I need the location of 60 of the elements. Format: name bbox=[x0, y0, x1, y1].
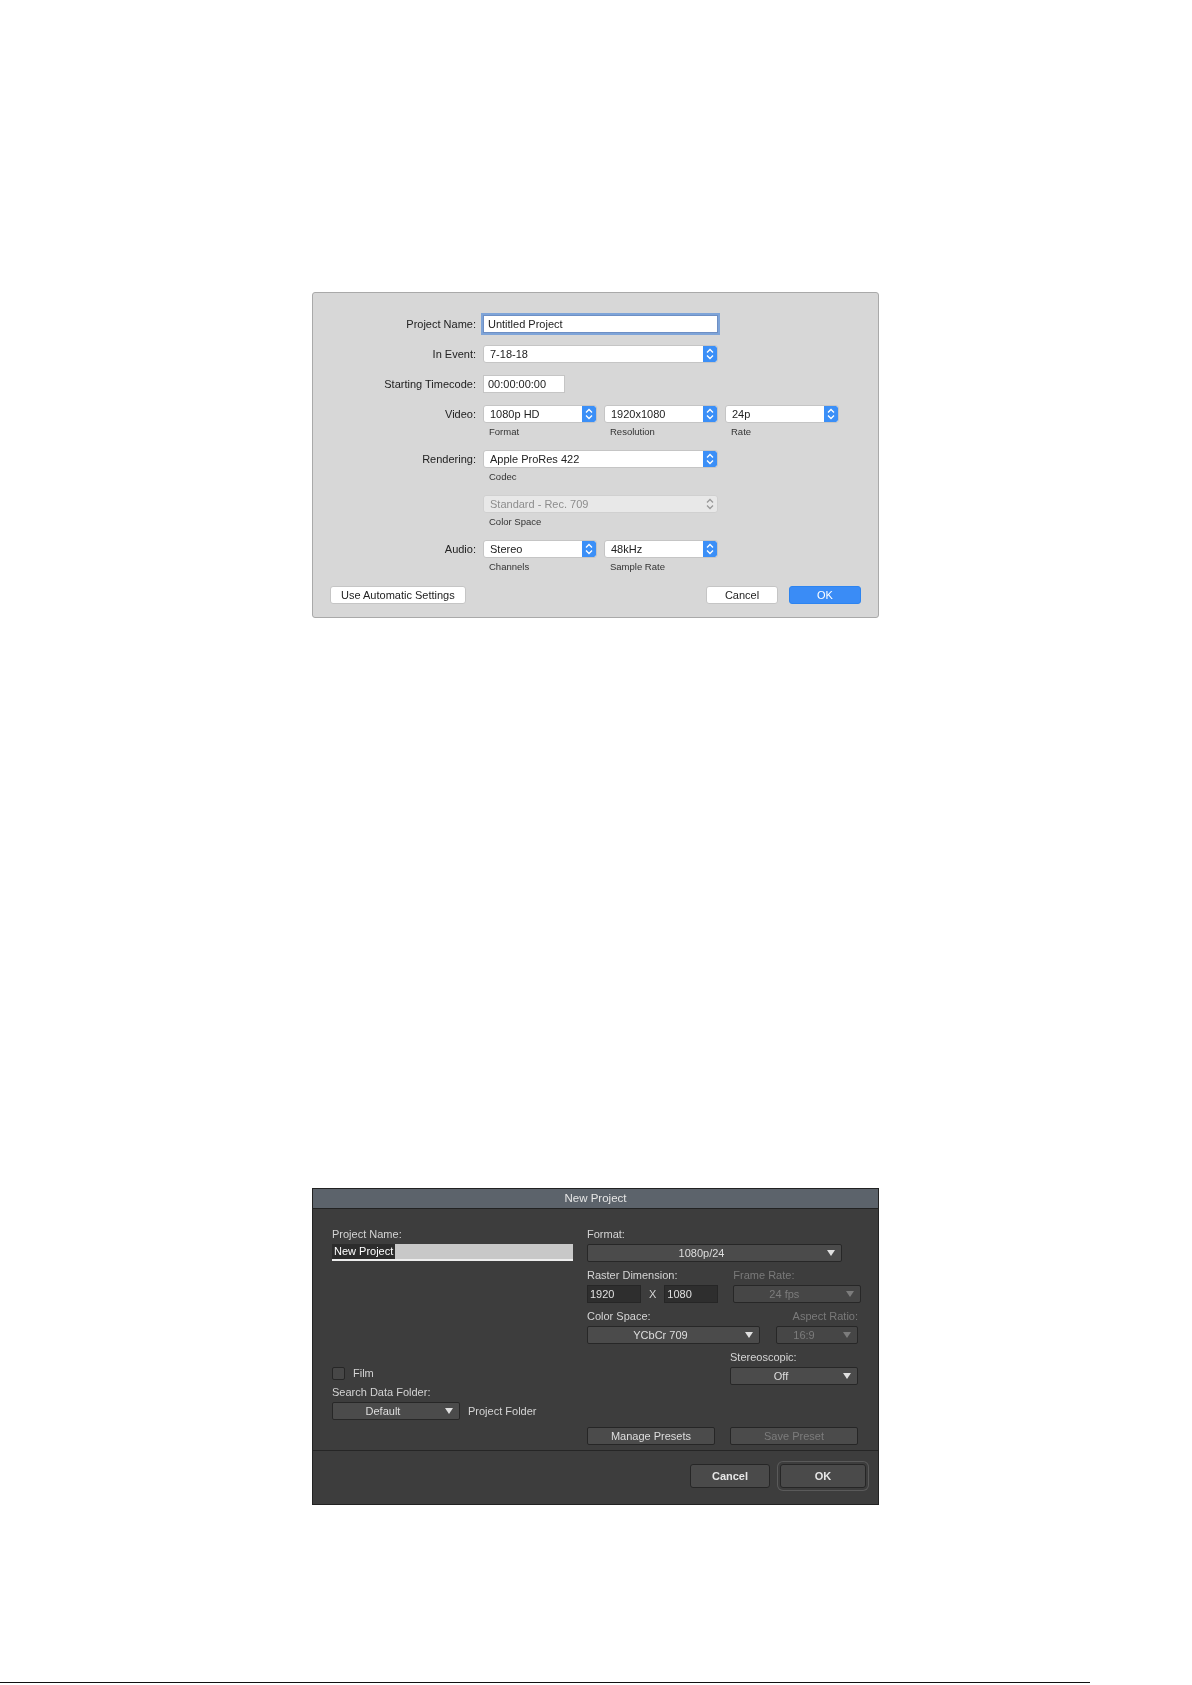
dropdown-arrow-icon bbox=[843, 1332, 851, 1338]
field-label: Frame Rate: bbox=[733, 1269, 796, 1282]
stepper-arrows-icon bbox=[703, 346, 717, 362]
dialog-button[interactable]: Cancel bbox=[706, 586, 778, 604]
dialog-button[interactable]: Use Automatic Settings bbox=[330, 586, 466, 604]
number-field[interactable]: 1080 bbox=[664, 1285, 719, 1303]
popup-menu[interactable]: 1920x1080 bbox=[604, 405, 718, 423]
field-label: Project Name: bbox=[405, 317, 477, 332]
stepper-arrows-icon bbox=[582, 406, 596, 422]
field-caption: Channels bbox=[488, 561, 531, 573]
field-label: Color Space: bbox=[587, 1310, 652, 1323]
popup-menu[interactable]: 1080p/24 bbox=[587, 1244, 842, 1262]
times-sign: X bbox=[649, 1287, 657, 1302]
popup-menu[interactable]: YCbCr 709 bbox=[587, 1326, 760, 1344]
popup-menu[interactable]: Stereo bbox=[483, 540, 597, 558]
folder-label: Project Folder bbox=[468, 1404, 537, 1418]
popup-menu[interactable]: Default bbox=[332, 1402, 460, 1420]
stepper-arrows-icon bbox=[703, 541, 717, 557]
popup-menu[interactable]: Apple ProRes 422 bbox=[483, 450, 718, 468]
field-label: Starting Timecode: bbox=[383, 377, 477, 392]
dropdown-arrow-icon bbox=[843, 1373, 851, 1379]
field-label: Format: bbox=[587, 1228, 626, 1241]
field-label: Aspect Ratio: bbox=[792, 1310, 858, 1323]
text-field[interactable]: 00:00:00:00 bbox=[483, 375, 565, 393]
preset-button[interactable]: Manage Presets bbox=[587, 1427, 715, 1445]
number-field[interactable]: 1920 bbox=[587, 1285, 641, 1303]
field-caption: Color Space bbox=[488, 516, 543, 528]
field-caption: Sample Rate bbox=[609, 561, 666, 573]
field-label: Project Name: bbox=[332, 1228, 403, 1241]
field-label: Stereoscopic: bbox=[730, 1351, 798, 1364]
stepper-arrows-icon bbox=[703, 406, 717, 422]
window-title: New Project bbox=[313, 1189, 878, 1209]
field-label: Video: bbox=[444, 407, 477, 422]
popup-menu[interactable]: 7-18-18 bbox=[483, 345, 718, 363]
field-caption: Rate bbox=[730, 426, 753, 438]
popup-menu[interactable]: 24p bbox=[725, 405, 839, 423]
dropdown-arrow-icon bbox=[445, 1408, 453, 1414]
cancel-button[interactable]: Cancel bbox=[690, 1464, 770, 1488]
field-caption: Format bbox=[488, 426, 521, 438]
stepper-arrows-icon bbox=[582, 541, 596, 557]
checkbox[interactable] bbox=[332, 1367, 345, 1380]
stepper-arrows-icon bbox=[703, 451, 717, 467]
dropdown-arrow-icon bbox=[846, 1291, 855, 1297]
field-label: Audio: bbox=[443, 542, 477, 557]
checkbox-label: Film bbox=[353, 1367, 374, 1380]
text-field[interactable]: Untitled Project bbox=[483, 315, 718, 333]
popup-menu[interactable]: 1080p HD bbox=[483, 405, 597, 423]
field-caption: Codec bbox=[488, 471, 518, 483]
dropdown-arrow-icon bbox=[745, 1332, 753, 1338]
field-label: Rendering: bbox=[421, 452, 477, 467]
ok-button[interactable]: OK bbox=[780, 1464, 866, 1488]
field-caption: Resolution bbox=[609, 426, 656, 438]
field-label: Raster Dimension: bbox=[587, 1269, 679, 1282]
text-field[interactable]: New Project bbox=[332, 1244, 573, 1261]
popup-menu[interactable]: 48kHz bbox=[604, 540, 718, 558]
dropdown-arrow-icon bbox=[827, 1250, 835, 1256]
field-label: In Event: bbox=[431, 347, 477, 362]
field-label: Search Data Folder: bbox=[332, 1386, 432, 1399]
popup-menu[interactable]: Off bbox=[730, 1367, 858, 1385]
stepper-arrows-icon bbox=[824, 406, 838, 422]
